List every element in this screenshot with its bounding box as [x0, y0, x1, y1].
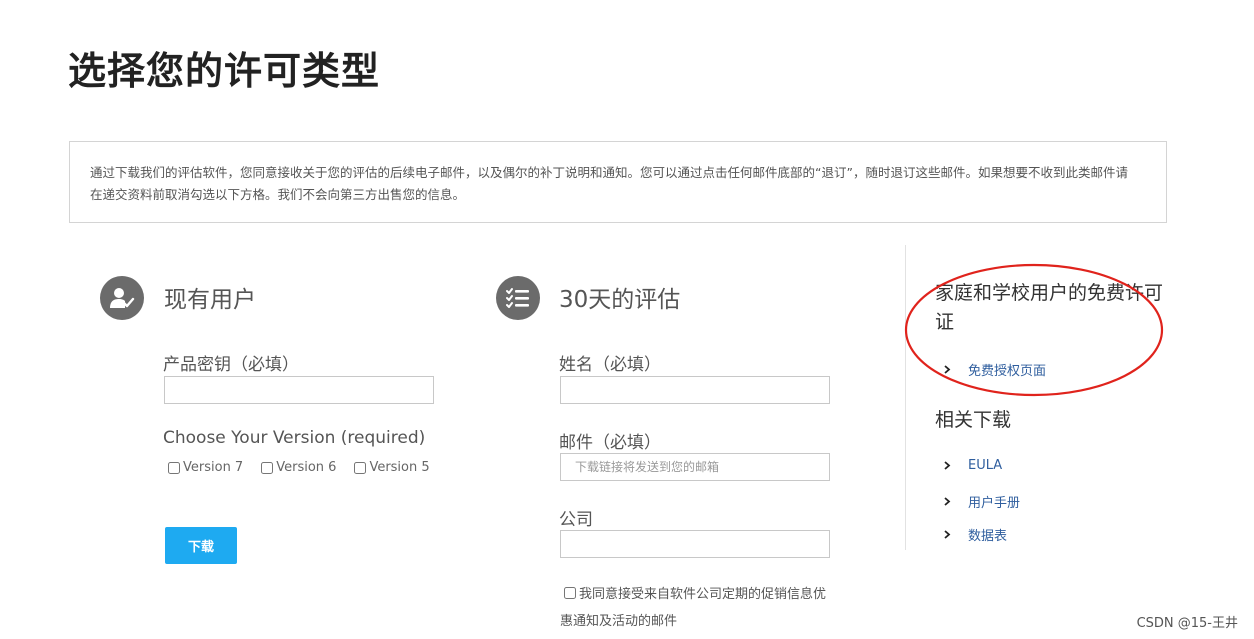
checklist-icon: [496, 276, 540, 320]
download-link-datasheet[interactable]: 数据表: [943, 525, 1007, 544]
download-button[interactable]: 下载: [165, 527, 237, 564]
version-label: Choose Your Version (required): [163, 428, 426, 448]
chevron-right-icon: [944, 497, 951, 506]
version-7-checkbox[interactable]: [168, 461, 180, 474]
trial-heading: 30天的评估: [559, 287, 681, 313]
product-key-label: 产品密钥（必填）: [163, 355, 299, 375]
version-6-option[interactable]: Version 6: [261, 454, 336, 481]
promo-consent-checkbox[interactable]: [564, 587, 576, 599]
page-title: 选择您的许可类型: [68, 49, 381, 93]
related-downloads-heading: 相关下载: [935, 409, 1012, 431]
version-5-option[interactable]: Version 5: [354, 454, 430, 481]
email-input[interactable]: [560, 453, 830, 481]
chevron-right-icon: [944, 461, 951, 470]
download-link-user-manual[interactable]: 用户手册: [943, 492, 1020, 511]
user-check-icon: [100, 276, 144, 320]
name-label: 姓名（必填）: [559, 355, 661, 375]
chevron-right-icon: [944, 530, 951, 539]
free-license-link[interactable]: 免费授权页面: [943, 360, 1046, 379]
version-5-checkbox[interactable]: [354, 461, 367, 474]
chevron-right-icon: [944, 365, 951, 374]
free-license-heading: 家庭和学校用户的免费许可证: [935, 282, 1164, 333]
version-6-checkbox[interactable]: [261, 461, 274, 474]
version-checkbox-group: Version 7 Version 6 Version 5: [168, 454, 438, 484]
company-label: 公司: [559, 510, 593, 530]
company-input[interactable]: [560, 530, 830, 558]
email-label: 邮件（必填）: [559, 433, 661, 453]
name-input[interactable]: [560, 376, 830, 404]
csdn-watermark: CSDN @15-王井: [1136, 616, 1238, 631]
product-key-input[interactable]: [164, 376, 434, 404]
download-link-eula[interactable]: EULA: [943, 458, 1002, 473]
email-consent-notice: 通过下载我们的评估软件，您同意接收关于您的评估的后续电子邮件，以及偶尔的补丁说明…: [69, 141, 1167, 223]
version-7-option[interactable]: Version 7: [168, 454, 243, 481]
sidebar-divider: [905, 245, 906, 550]
promo-consent-option[interactable]: 我同意接受来自软件公司定期的促销信息优惠通知及活动的邮件: [560, 581, 830, 635]
existing-user-heading: 现有用户: [164, 287, 256, 313]
